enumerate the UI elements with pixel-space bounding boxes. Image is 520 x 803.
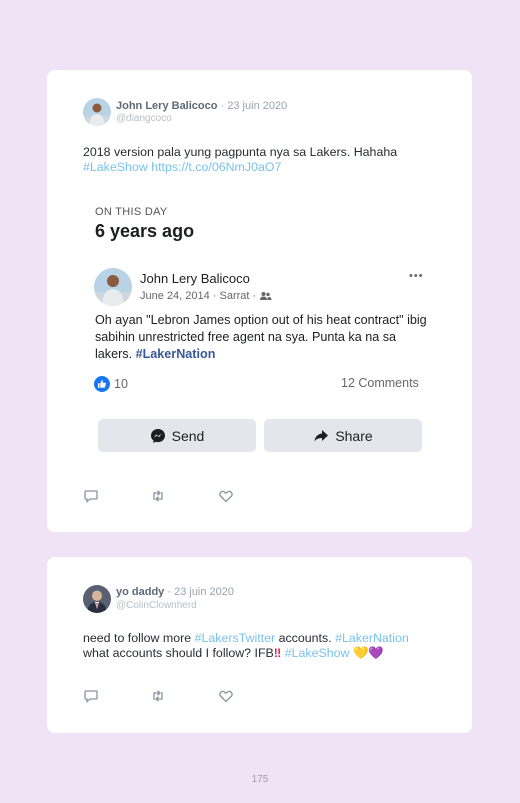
avatar[interactable] [83,98,111,126]
like-count: 10 [114,377,128,391]
hashtag-link[interactable]: #LakeShow [285,646,350,660]
tweet-card: yo daddy · 23 juin 2020 @ColinClownherd … [47,557,472,733]
like-icon[interactable] [218,488,234,504]
author-handle[interactable]: @diangcoco [116,113,172,124]
friends-icon [260,292,272,301]
reply-icon[interactable] [83,488,99,504]
tweet-text: 2018 version pala yung pagpunta nya sa L… [83,145,443,175]
tweet-body: need to follow more [83,631,195,645]
author-name[interactable]: John Lery Balicoco [116,100,217,112]
years-ago-heading: 6 years ago [95,221,195,241]
page-number: 175 [251,774,269,785]
on-this-day-label: ON THIS DAY [95,206,168,218]
tweet-body: 2018 version pala yung pagpunta nya sa L… [83,145,398,159]
fb-reactions[interactable]: 10 [94,376,128,392]
fb-comments-count[interactable]: 12 Comments [341,376,419,390]
fb-avatar[interactable] [94,268,132,306]
avatar[interactable] [83,585,111,613]
tweet-body: accounts. [275,631,336,645]
send-label: Send [171,427,205,444]
retweet-icon[interactable] [150,688,166,704]
emoji: 💛💜 [352,646,384,660]
share-icon [314,429,329,441]
messenger-icon [150,428,165,443]
send-button[interactable]: Send [98,419,256,452]
tweet-date: · 23 juin 2020 [220,100,288,112]
url-link[interactable]: https://t.co/06NmJ0aO7 [151,160,281,174]
share-label: Share [335,427,373,444]
hashtag-link[interactable]: #LakeShow [83,160,148,174]
fb-post-date[interactable]: June 24, 2014 · Sarrat · [140,290,256,302]
author-handle[interactable]: @ColinClownherd [116,600,197,611]
tweet-text: need to follow more #LakersTwitter accou… [83,631,453,661]
tweet-body: what accounts should I follow? IFB [83,646,274,660]
retweet-icon[interactable] [150,488,166,504]
fb-post-meta: June 24, 2014 · Sarrat · [140,290,272,302]
emoji: ‼ [273,646,282,660]
hashtag-link[interactable]: #LakersTwitter [195,631,276,645]
tweet-header: John Lery Balicoco · 23 juin 2020 [116,100,287,112]
fb-post-text: Oh ayan "Lebron James option out of his … [95,312,435,363]
fb-hashtag[interactable]: #LakerNation [136,347,216,361]
author-name[interactable]: yo daddy [116,586,164,598]
fb-author-name[interactable]: John Lery Balicoco [140,271,250,286]
like-icon[interactable] [218,688,234,704]
tweet-date: · 23 juin 2020 [167,586,235,598]
share-button[interactable]: Share [264,419,422,452]
thumbs-up-icon [94,376,110,392]
reply-icon[interactable] [83,688,99,704]
tweet-card: John Lery Balicoco · 23 juin 2020 @diang… [47,70,472,532]
tweet-header: yo daddy · 23 juin 2020 [116,586,234,598]
hashtag-link[interactable]: #LakerNation [335,631,409,645]
more-options-button[interactable]: ••• [409,270,424,282]
